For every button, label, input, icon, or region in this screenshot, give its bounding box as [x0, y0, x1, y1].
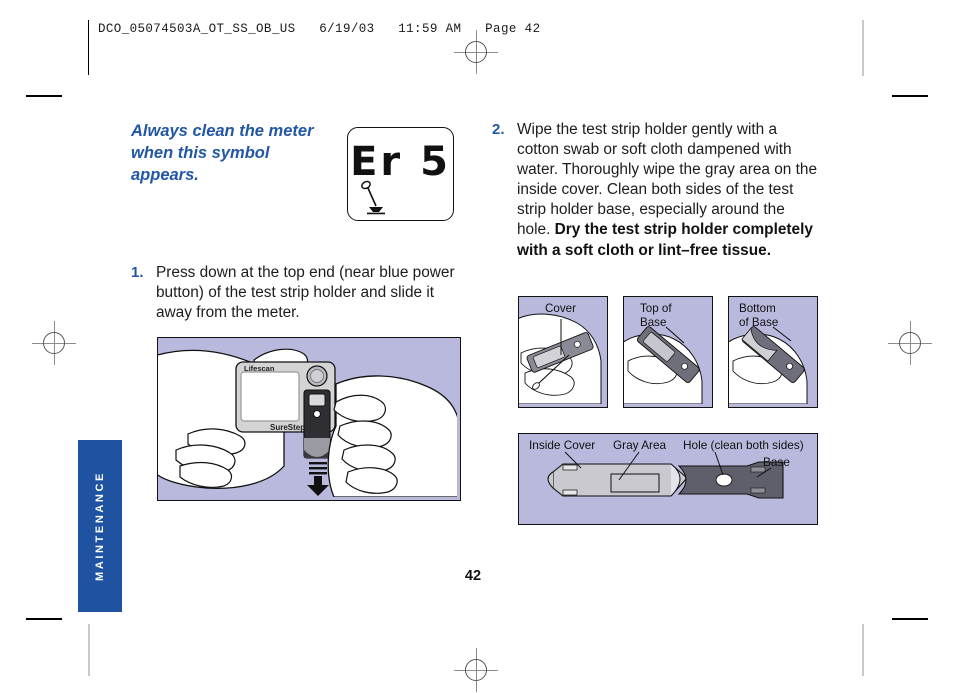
svg-text:Bottom: Bottom [739, 302, 776, 315]
page-number: 42 [464, 568, 482, 584]
trim-line-bottom-left-v [88, 624, 90, 676]
svg-text:Cover: Cover [545, 302, 576, 315]
figure-meter-removal: Lifescan SureStep [157, 337, 461, 501]
step-2-text-bold: Dry the test strip holder completely wit… [517, 221, 813, 259]
lcd-error-code: Er 5 [350, 139, 451, 185]
step-1: 1. Press down at the top end (near blue … [131, 263, 466, 323]
trim-line-bottom-right-v [862, 624, 864, 676]
step-1-number: 1. [131, 264, 144, 281]
label-inside-cover: Inside Cover [529, 438, 595, 452]
section-tab-maintenance: MAINTENANCE [78, 440, 122, 612]
crop-mark-top-right-h [892, 95, 928, 97]
registration-mark-left [32, 321, 76, 365]
cleaning-swab-icon [361, 180, 385, 215]
figure-top-of-base: Top of Base [623, 296, 713, 408]
section-tab-label: MAINTENANCE [94, 471, 106, 581]
figure-holder-diagram: Inside Cover Gray Area Hole (clean both … [518, 433, 818, 525]
label-hole: Hole (clean both sides) [683, 438, 804, 452]
label-base: Base [763, 455, 790, 469]
step-1-text: Press down at the top end (near blue pow… [156, 264, 455, 322]
svg-text:of Base: of Base [739, 316, 778, 329]
crop-mark-bottom-right-h [892, 618, 928, 620]
figure-bottom-of-base: Bottom of Base [728, 296, 818, 408]
crop-mark-bottom-left-h [26, 618, 62, 620]
step-1-wrapper: 1. Press down at the top end (near blue … [131, 263, 466, 323]
left-column: Always clean the meter when this symbol … [131, 120, 466, 501]
svg-text:Lifescan: Lifescan [244, 364, 275, 373]
trim-line-top-right-v [862, 20, 864, 76]
svg-text:Top of: Top of [640, 302, 672, 315]
step-2: 2. Wipe the test strip holder gently wit… [492, 120, 822, 261]
registration-mark-top [454, 30, 498, 74]
registration-mark-bottom [454, 648, 498, 692]
header-vertical-rule [88, 20, 89, 75]
lead-heading: Always clean the meter when this symbol … [131, 122, 314, 185]
step-2-number: 2. [492, 121, 505, 138]
svg-text:Base: Base [640, 316, 666, 329]
figure-cover: Cover [518, 296, 608, 408]
label-gray-area: Gray Area [613, 438, 667, 452]
crop-mark-top-left-h [26, 95, 62, 97]
right-column: 2. Wipe the test strip holder gently wit… [492, 120, 822, 525]
page-canvas: DCO_05074503A_OT_SS_OB_US 6/19/03 11:59 … [0, 0, 954, 693]
svg-text:SureStep: SureStep [270, 423, 305, 432]
lcd-symbol-box: Er 5 [347, 127, 454, 221]
registration-mark-right [888, 321, 932, 365]
